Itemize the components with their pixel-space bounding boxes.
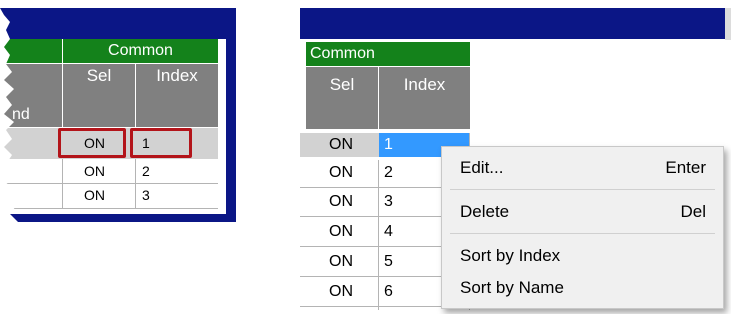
menu-item-label: Sort by Index [460,246,561,265]
cell-index: 6 [384,283,393,300]
menu-item-shortcut: Del [680,202,706,221]
column-header-label: Index [403,75,446,94]
cell-index-selected: 1 [384,136,393,153]
menu-item-label: Sort by Name [460,278,564,297]
group-header-common: Common [63,39,218,63]
table-row[interactable]: ON 3 [0,184,218,209]
left-window-excerpt: nd Common Sel Index ON 1 ON 2 ON 3 [0,8,236,222]
column-header-label: Index [156,66,198,85]
row-divider [0,208,218,209]
column-header-sel[interactable]: Sel [63,64,135,127]
menu-separator [450,189,715,190]
highlight-box-index [130,128,192,158]
column-header-sel[interactable]: Sel [306,67,378,129]
cell-sel: ON [329,164,353,181]
menu-item-edit[interactable]: Edit... Enter [443,151,722,185]
cell-sel: ON [84,163,105,179]
column-divider [135,159,136,209]
cell-index: 3 [384,193,393,210]
column-header: nd [0,64,62,127]
window-frame [0,214,236,222]
title-bar [0,8,236,39]
menu-item-sort-by-name[interactable]: Sort by Name [443,271,722,305]
window-frame [725,8,731,40]
cell-sel: ON [329,283,353,300]
cell-sel: ON [329,253,353,270]
cell-sel: ON [329,193,353,210]
cell-index: 5 [384,253,393,270]
window-frame [226,39,236,222]
cell-index: 2 [384,164,393,181]
cell-index: 2 [142,163,150,179]
menu-item-label: Edit... [460,158,504,177]
column-header-label: Sel [86,66,112,85]
column-header-index[interactable]: Index [136,64,218,127]
menu-item-delete[interactable]: Delete Del [443,195,722,229]
menu-item-sort-by-index[interactable]: Sort by Index [443,239,722,273]
context-menu: Edit... Enter Delete Del Sort by Index S… [441,146,724,309]
cell-sel: ON [329,136,353,153]
column-header-label: Sel [329,75,355,94]
column-header-index[interactable]: Index [379,67,470,129]
menu-item-label: Delete [460,202,510,221]
data-grid: nd Common Sel Index ON 1 ON 2 ON 3 [0,39,226,214]
table-row[interactable]: ON 2 [0,159,218,184]
column-divider [378,160,379,310]
cell-index: 3 [142,187,150,203]
cell-index: 4 [384,223,393,240]
cell-sel: ON [84,187,105,203]
menu-separator [450,233,715,234]
cell-sel: ON [329,223,353,240]
title-bar [300,8,725,39]
menu-item-shortcut: Enter [665,158,706,177]
column-divider [62,159,63,209]
group-header-common: Common [306,42,470,66]
highlight-box-sel [58,128,126,158]
group-header [0,39,62,63]
column-header-label: nd [12,106,30,123]
